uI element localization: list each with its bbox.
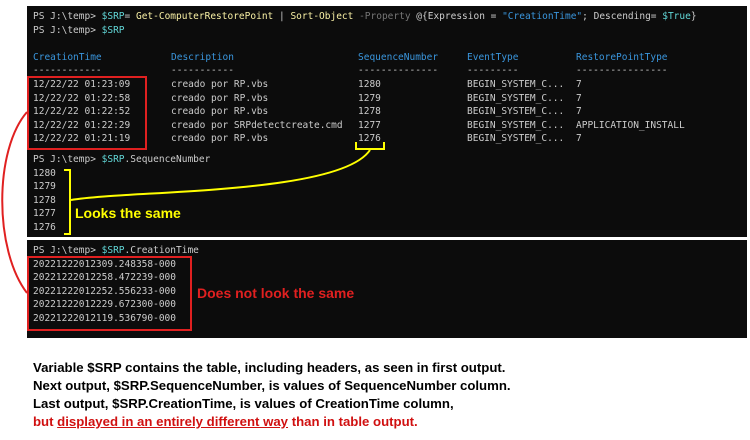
note-does-not-look-the-same: Does not look the same	[197, 285, 355, 301]
caption-line-4-emphasis: displayed in an entirely different way	[57, 414, 289, 429]
caption-line-2: Next output, $SRP.SequenceNumber, is val…	[33, 378, 511, 393]
yellow-connector	[70, 149, 371, 201]
yellow-bracket-seq-output	[64, 169, 71, 235]
red-connector	[1, 111, 28, 294]
caption-line-4-suffix: than in table output.	[288, 414, 418, 429]
note-looks-the-same: Looks the same	[75, 205, 181, 221]
caption-line-4: but displayed in an entirely different w…	[33, 413, 511, 431]
explanation-caption: Variable $SRP contains the table, includ…	[33, 359, 511, 431]
caption-line-4-prefix: but	[33, 414, 58, 429]
caption-line-3: Last output, $SRP.CreationTime, is value…	[33, 396, 454, 411]
caption-line-1: Variable $SRP contains the table, includ…	[33, 360, 506, 375]
yellow-bracket-table-seq	[355, 142, 385, 150]
